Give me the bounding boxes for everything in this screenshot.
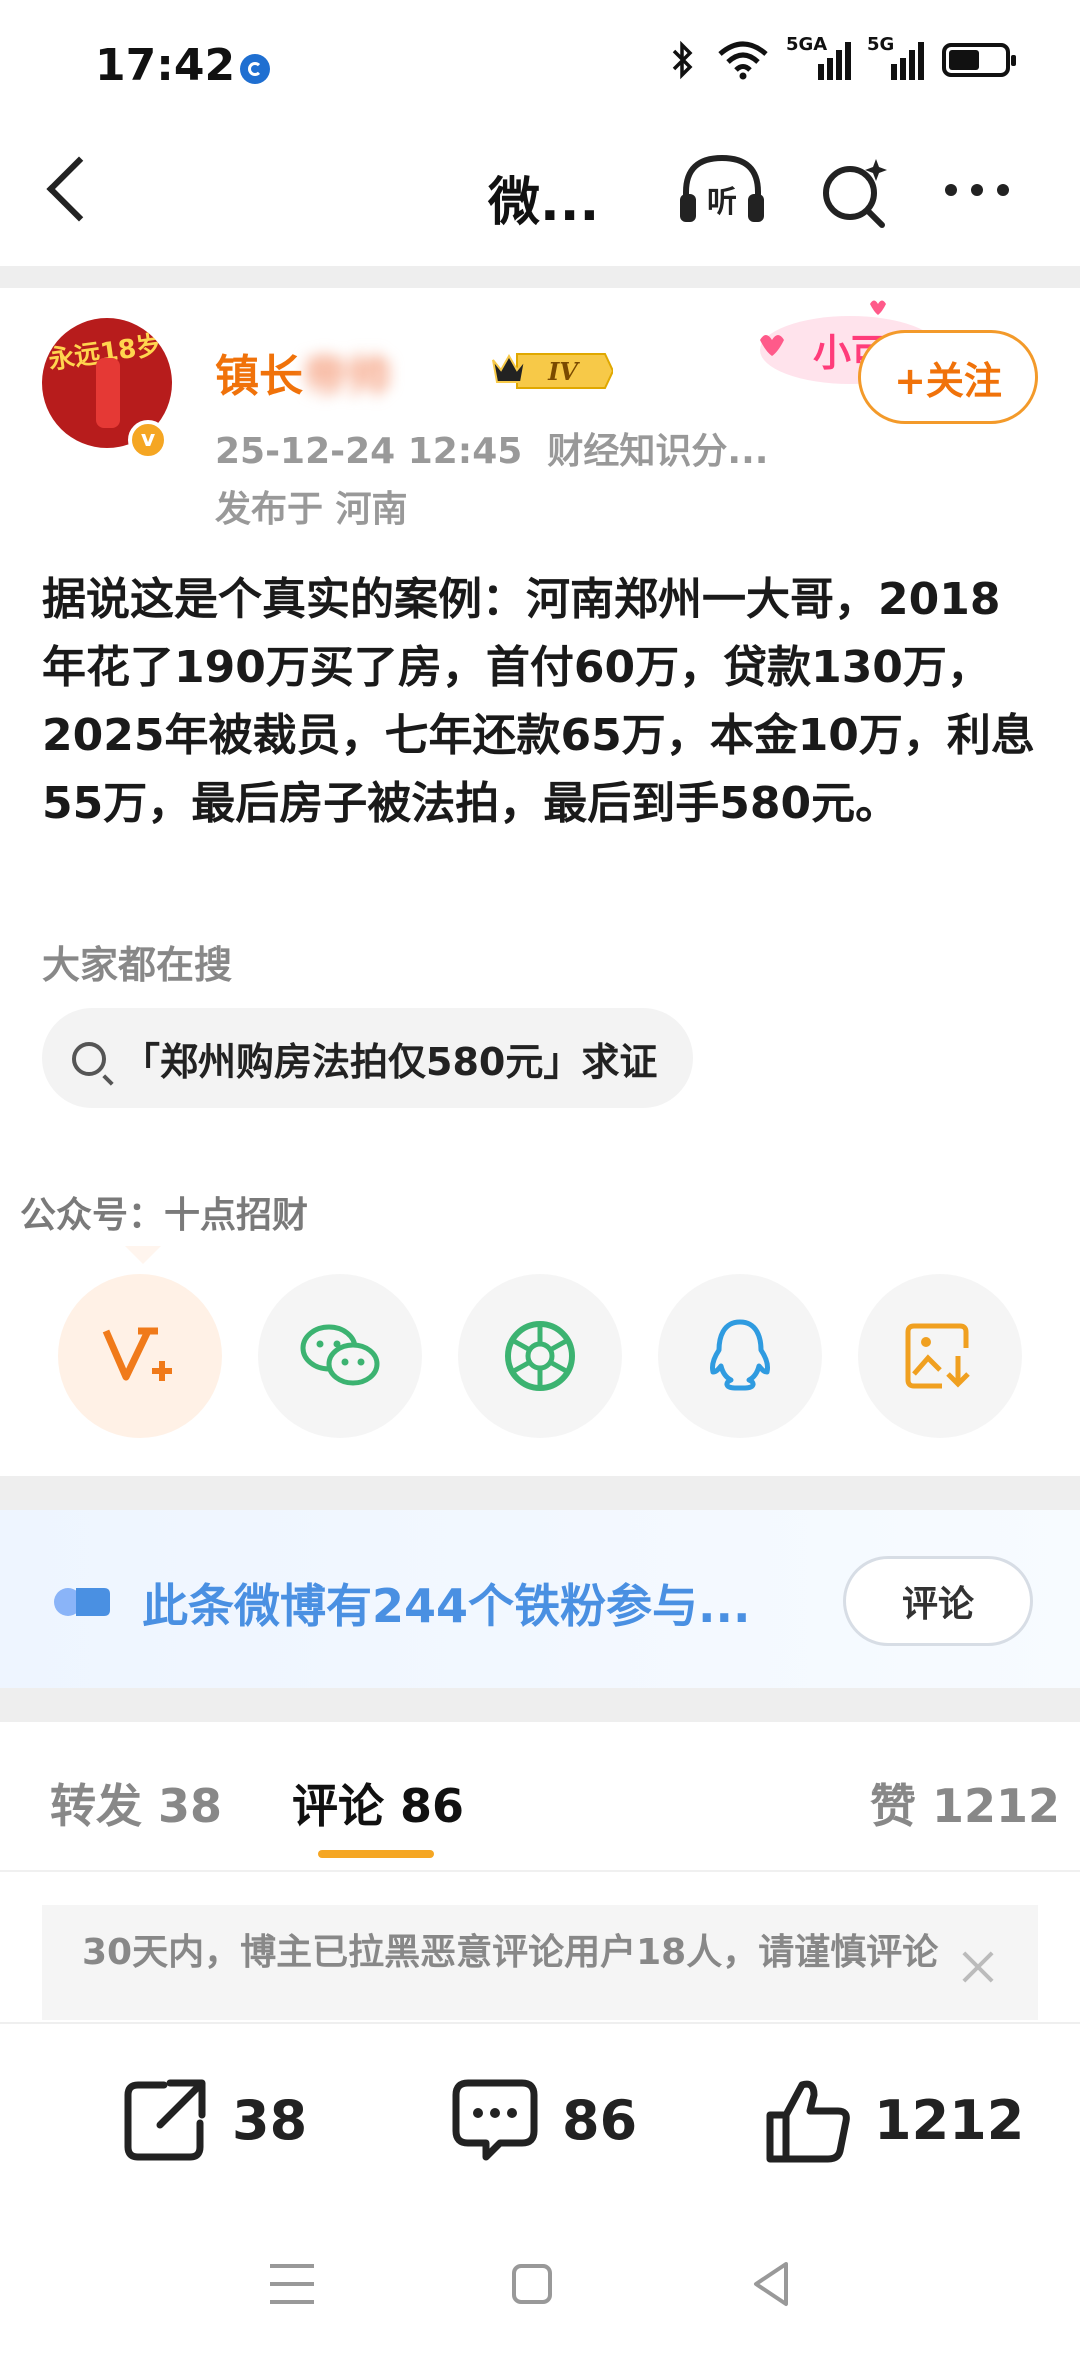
home-icon[interactable] xyxy=(502,2254,562,2314)
post-body: 据说这是个真实的案例：河南郑州一大哥，2018年花了190万买了房，首付60万，… xyxy=(42,574,1035,829)
fans-text: 此条微博有244个铁粉参与... xyxy=(142,1579,751,1633)
signal-5g-icon: 5G xyxy=(867,34,924,80)
fans-icon xyxy=(52,1582,112,1622)
share-moments-button[interactable] xyxy=(458,1274,622,1438)
hot-search-title: 大家都在搜 xyxy=(42,943,233,987)
close-icon[interactable] xyxy=(958,1947,998,1987)
save-image-icon xyxy=(905,1323,970,1389)
back-nav-icon[interactable] xyxy=(742,2254,802,2314)
repost-count: 38 xyxy=(232,2088,308,2152)
share-qq-button[interactable] xyxy=(658,1274,822,1438)
section-divider xyxy=(0,1476,1080,1510)
status-icons: 5GA 5G xyxy=(668,34,1016,80)
comment-count: 86 xyxy=(562,2088,638,2152)
weibo-v-plus-icon xyxy=(102,1327,172,1381)
signal-5ga-icon: 5GA xyxy=(786,34,851,80)
section-divider-2 xyxy=(0,1688,1080,1722)
wechat-icon xyxy=(300,1324,380,1386)
verified-badge-icon: v xyxy=(128,420,168,460)
app-notification-icon xyxy=(240,54,270,84)
level-badge: IV xyxy=(487,348,615,394)
status-time: 17:42 xyxy=(95,40,236,91)
comment-button[interactable]: 86 xyxy=(450,2070,637,2170)
tab-comment[interactable]: 评论 86 xyxy=(292,1770,464,1836)
qq-icon xyxy=(710,1319,770,1391)
save-image-button[interactable] xyxy=(858,1274,1022,1438)
tooltip-arrow xyxy=(125,1246,161,1264)
tab-like[interactable]: 赞 1212 xyxy=(870,1770,1060,1836)
menu-icon[interactable] xyxy=(262,2254,322,2314)
share-arrow-icon xyxy=(124,2079,206,2161)
search-sparkle-icon xyxy=(823,159,887,228)
header-divider xyxy=(0,266,1080,288)
search-button[interactable] xyxy=(816,155,896,235)
back-button[interactable] xyxy=(40,150,100,230)
tab-indicator xyxy=(318,1850,434,1858)
notice-text: 30天内，博主已拉黑恶意评论用户18人，请谨慎评论 xyxy=(82,1932,939,1973)
share-weibo-button[interactable] xyxy=(58,1274,222,1438)
fans-comment-button[interactable]: 评论 xyxy=(843,1556,1033,1646)
battery-icon xyxy=(942,43,1016,77)
more-button[interactable] xyxy=(945,170,1045,210)
post-source[interactable]: 财经知识分... xyxy=(547,431,768,472)
username[interactable]: 镇长帝帅 xyxy=(215,340,391,404)
repost-button[interactable]: 38 xyxy=(120,2070,307,2170)
wechat-account-watermark: 公众号：十点招财 xyxy=(20,1195,309,1236)
like-count: 1212 xyxy=(874,2088,1025,2152)
tab-divider xyxy=(0,1870,1080,1872)
page-title: 微... xyxy=(488,173,600,233)
like-button[interactable]: 1212 xyxy=(762,2070,1024,2170)
headphones-listen-icon: 听 xyxy=(680,154,764,222)
post-meta: 25-12-24 12:45 财经知识分... xyxy=(215,422,768,474)
wifi-icon xyxy=(718,41,768,80)
post-time: 25-12-24 12:45 xyxy=(215,431,523,472)
bluetooth-icon xyxy=(672,40,693,80)
comment-notice: 30天内，博主已拉黑恶意评论用户18人，请谨慎评论 xyxy=(42,1905,1038,2020)
follow-button[interactable]: +关注 xyxy=(858,330,1038,424)
tab-repost[interactable]: 转发 38 xyxy=(50,1770,222,1836)
hot-search-query: 「郑州购房法拍仅580元」求证 xyxy=(122,1039,658,1084)
svg-text:听: 听 xyxy=(707,185,737,220)
moments-icon xyxy=(505,1321,575,1391)
search-icon xyxy=(72,1042,106,1076)
hot-search-chip[interactable]: 「郑州购房法拍仅580元」求证 xyxy=(42,1008,694,1108)
post-location: 发布于 河南 xyxy=(215,489,408,530)
comment-bubble-icon xyxy=(452,2079,538,2161)
share-wechat-button[interactable] xyxy=(258,1274,422,1438)
listen-button[interactable]: 听 xyxy=(672,150,772,230)
svg-text:IV: IV xyxy=(547,357,580,386)
thumbs-up-icon xyxy=(766,2080,850,2163)
